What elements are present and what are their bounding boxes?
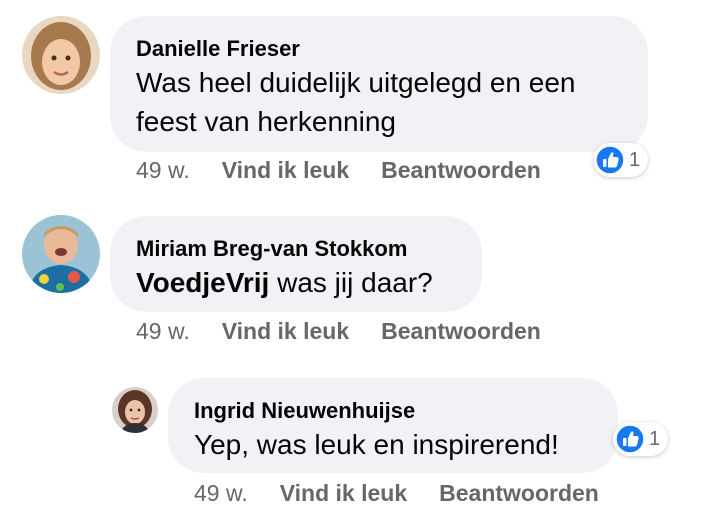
reaction-badge-1[interactable]: 1	[593, 143, 649, 177]
comment-author[interactable]: Miriam Breg-van Stokkom	[136, 236, 407, 262]
reply-button[interactable]: Beantwoorden	[381, 318, 541, 345]
comment-age[interactable]: 49 w.	[194, 480, 248, 507]
comment-text-line-2: feest van herkenning	[136, 106, 396, 137]
avatar-photo-icon	[22, 215, 100, 293]
comment-actions-2: 49 w. Vind ik leuk Beantwoorden	[136, 318, 573, 345]
avatar-ingrid[interactable]	[112, 387, 158, 433]
avatar-photo-icon	[22, 16, 100, 94]
comment-bubble-3: Ingrid Nieuwenhuijse Yep, was leuk en in…	[168, 378, 618, 473]
comment-age[interactable]: 49 w.	[136, 318, 190, 345]
comment-bubble-2: Miriam Breg-van Stokkom VoedjeVrij was j…	[110, 216, 482, 312]
comment-age[interactable]: 49 w.	[136, 157, 190, 184]
comment-text-line-1: Was heel duidelijk uitgelegd en een	[136, 67, 576, 98]
comment-actions-3: 49 w. Vind ik leuk Beantwoorden	[194, 480, 631, 507]
like-button[interactable]: Vind ik leuk	[222, 318, 349, 345]
reaction-count: 1	[629, 148, 641, 171]
reaction-badge-3[interactable]: 1	[613, 422, 669, 456]
reply-button[interactable]: Beantwoorden	[439, 480, 599, 507]
comment-text-rest: was jij daar?	[269, 267, 433, 298]
comment-bubble-1: Danielle Frieser Was heel duidelijk uitg…	[110, 16, 648, 152]
comment-author[interactable]: Ingrid Nieuwenhuijse	[194, 398, 415, 424]
like-button[interactable]: Vind ik leuk	[222, 157, 349, 184]
reaction-count: 1	[649, 427, 661, 450]
avatar-photo-icon	[112, 387, 158, 433]
comment-text: VoedjeVrij was jij daar?	[136, 264, 433, 302]
comment-author[interactable]: Danielle Frieser	[136, 36, 300, 62]
like-icon	[595, 145, 625, 175]
reply-button[interactable]: Beantwoorden	[381, 157, 541, 184]
mention-link[interactable]: VoedjeVrij	[136, 267, 269, 298]
like-button[interactable]: Vind ik leuk	[280, 480, 407, 507]
avatar-miriam[interactable]	[22, 215, 100, 293]
comment-actions-1: 49 w. Vind ik leuk Beantwoorden	[136, 157, 573, 184]
comment-text: Yep, was leuk en inspirerend!	[194, 429, 559, 460]
avatar-danielle[interactable]	[22, 16, 100, 94]
like-icon	[615, 424, 645, 454]
